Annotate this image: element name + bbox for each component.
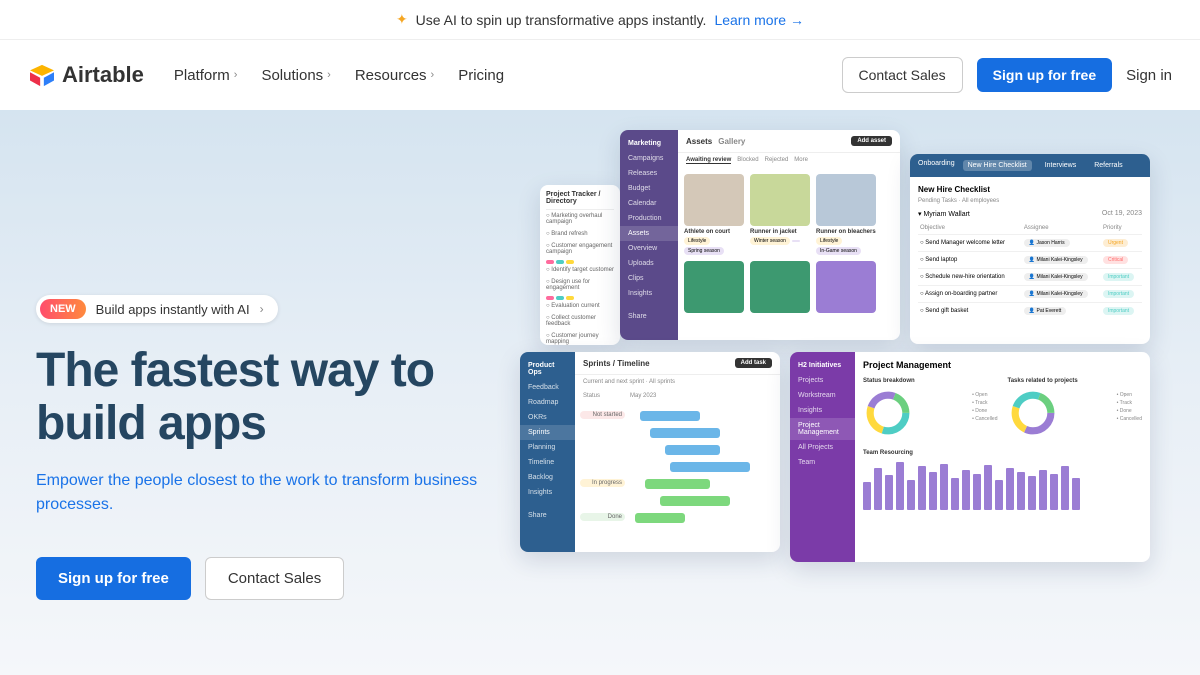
hero-subtitle: Empower the people closest to the work t… [36, 469, 496, 517]
announcement-link[interactable]: Learn more → [714, 12, 804, 28]
signup-button[interactable]: Sign up for free [977, 58, 1112, 92]
chevron-right-icon: › [260, 302, 264, 316]
chevron-right-icon: › [431, 69, 435, 81]
announcement-bar: ✦ Use AI to spin up transformative apps … [0, 0, 1200, 40]
hero-cta-group: Sign up for free Contact Sales [36, 557, 516, 600]
logo-icon [28, 63, 56, 87]
chevron-right-icon: › [234, 69, 238, 81]
main-header: Airtable Platform› Solutions› Resources›… [0, 40, 1200, 110]
nav-solutions[interactable]: Solutions› [261, 67, 330, 84]
chevron-right-icon: › [327, 69, 331, 81]
announcement-text: Use AI to spin up transformative apps in… [416, 12, 707, 28]
hero-content: NEW Build apps instantly with AI › The f… [36, 110, 516, 675]
hero-section: NEW Build apps instantly with AI › The f… [0, 110, 1200, 675]
sparkle-icon: ✦ [396, 11, 408, 28]
nav-platform[interactable]: Platform› [174, 67, 238, 84]
hero-contact-button[interactable]: Contact Sales [205, 557, 344, 600]
arrow-icon: → [790, 12, 804, 28]
header-actions: Contact Sales Sign up for free Sign in [842, 57, 1173, 93]
marketing-sidebar: Marketing CampaignsReleasesBudgetCalenda… [620, 130, 678, 340]
hero-title: The fastest way to build apps [36, 345, 516, 451]
mockup-onboarding: Onboarding New Hire Checklist Interviews… [910, 154, 1150, 344]
signin-link[interactable]: Sign in [1126, 67, 1172, 84]
mockup-initiatives: H2 Initiatives ProjectsWorkstreamInsight… [790, 352, 1150, 562]
main-nav: Platform› Solutions› Resources› Pricing [174, 67, 842, 84]
mockup-marketing: Marketing CampaignsReleasesBudgetCalenda… [620, 130, 900, 340]
nav-pricing[interactable]: Pricing [458, 67, 504, 84]
hero-signup-button[interactable]: Sign up for free [36, 557, 191, 600]
new-feature-pill[interactable]: NEW Build apps instantly with AI › [36, 295, 278, 323]
mockup-sprints: Product Ops FeedbackRoadmapOKRsSprintsPl… [520, 352, 780, 552]
logo[interactable]: Airtable [28, 62, 144, 88]
hero-illustration: Project Tracker / Directory ○ Marketing … [520, 130, 1200, 670]
contact-sales-button[interactable]: Contact Sales [842, 57, 963, 93]
pill-text: Build apps instantly with AI [96, 302, 250, 317]
new-badge: NEW [40, 299, 86, 319]
mockup-project-tracker: Project Tracker / Directory ○ Marketing … [540, 185, 620, 345]
nav-resources[interactable]: Resources› [355, 67, 434, 84]
